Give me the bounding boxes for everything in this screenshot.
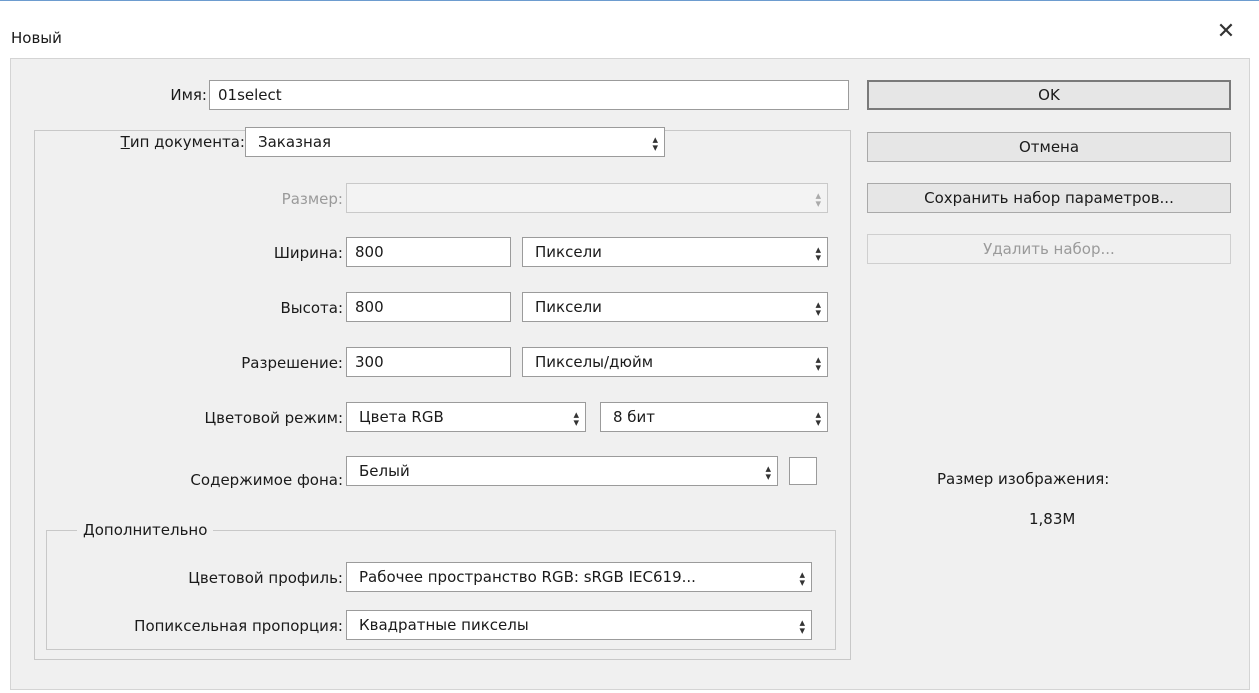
- width-input[interactable]: 800: [346, 237, 511, 267]
- advanced-legend: Дополнительно: [77, 521, 214, 539]
- doc-type-value: Заказная: [258, 133, 332, 151]
- height-input[interactable]: 800: [346, 292, 511, 322]
- color-profile-label: Цветовой профиль:: [188, 569, 343, 587]
- bit-depth-select[interactable]: 8 бит ▴ ▾: [600, 402, 828, 432]
- background-label: Содержимое фона:: [190, 471, 343, 489]
- pixel-aspect-value: Квадратные пикселы: [359, 616, 529, 634]
- doc-type-label-text: ип документа:: [129, 133, 245, 151]
- height-unit-select[interactable]: Пиксели ▴ ▾: [522, 292, 828, 322]
- image-size-label: Размер изображения:: [937, 470, 1110, 488]
- color-profile-value: Рабочее пространство RGB: sRGB IEC619...: [359, 568, 696, 586]
- close-icon[interactable]: ✕: [1214, 20, 1238, 44]
- size-select: ▴ ▾: [346, 183, 828, 213]
- resolution-input[interactable]: 300: [346, 347, 511, 377]
- name-input[interactable]: 01select: [209, 80, 849, 110]
- width-unit-value: Пиксели: [535, 243, 602, 261]
- bit-depth-value: 8 бит: [613, 408, 656, 426]
- background-select[interactable]: Белый ▴ ▾: [346, 456, 778, 486]
- pixel-aspect-select[interactable]: Квадратные пикселы ▴ ▾: [346, 610, 812, 640]
- width-label: Ширина:: [273, 244, 343, 262]
- title-bar: Новый ✕: [0, 0, 1259, 58]
- height-label: Высота:: [280, 299, 343, 317]
- background-color-swatch[interactable]: [789, 457, 817, 485]
- name-label: Имя:: [170, 86, 207, 104]
- color-mode-label: Цветовой режим:: [204, 409, 343, 427]
- resolution-unit-value: Пикселы/дюйм: [535, 353, 654, 371]
- width-unit-select[interactable]: Пиксели ▴ ▾: [522, 237, 828, 267]
- background-value: Белый: [359, 462, 410, 480]
- size-label: Размер:: [281, 190, 343, 208]
- cancel-button[interactable]: Отмена: [867, 132, 1231, 162]
- delete-preset-button: Удалить набор...: [867, 234, 1231, 264]
- doc-type-label: Тип документа:: [71, 133, 245, 151]
- resolution-label: Разрешение:: [241, 354, 343, 372]
- resolution-unit-select[interactable]: Пикселы/дюйм ▴ ▾: [522, 347, 828, 377]
- ok-button[interactable]: OK: [867, 80, 1231, 110]
- pixel-aspect-label: Попиксельная пропорция:: [134, 617, 343, 635]
- color-profile-select[interactable]: Рабочее пространство RGB: sRGB IEC619...…: [346, 562, 812, 592]
- save-preset-button[interactable]: Сохранить набор параметров...: [867, 183, 1231, 213]
- doc-type-select[interactable]: Заказная ▴ ▾: [245, 127, 665, 157]
- image-size-value: 1,83M: [1029, 510, 1076, 528]
- color-mode-select[interactable]: Цвета RGB ▴ ▾: [346, 402, 586, 432]
- color-mode-value: Цвета RGB: [359, 408, 444, 426]
- height-unit-value: Пиксели: [535, 298, 602, 316]
- window-title: Новый: [11, 29, 62, 47]
- new-document-dialog: Имя: 01select Тип документа: Заказная ▴ ▾…: [10, 58, 1250, 690]
